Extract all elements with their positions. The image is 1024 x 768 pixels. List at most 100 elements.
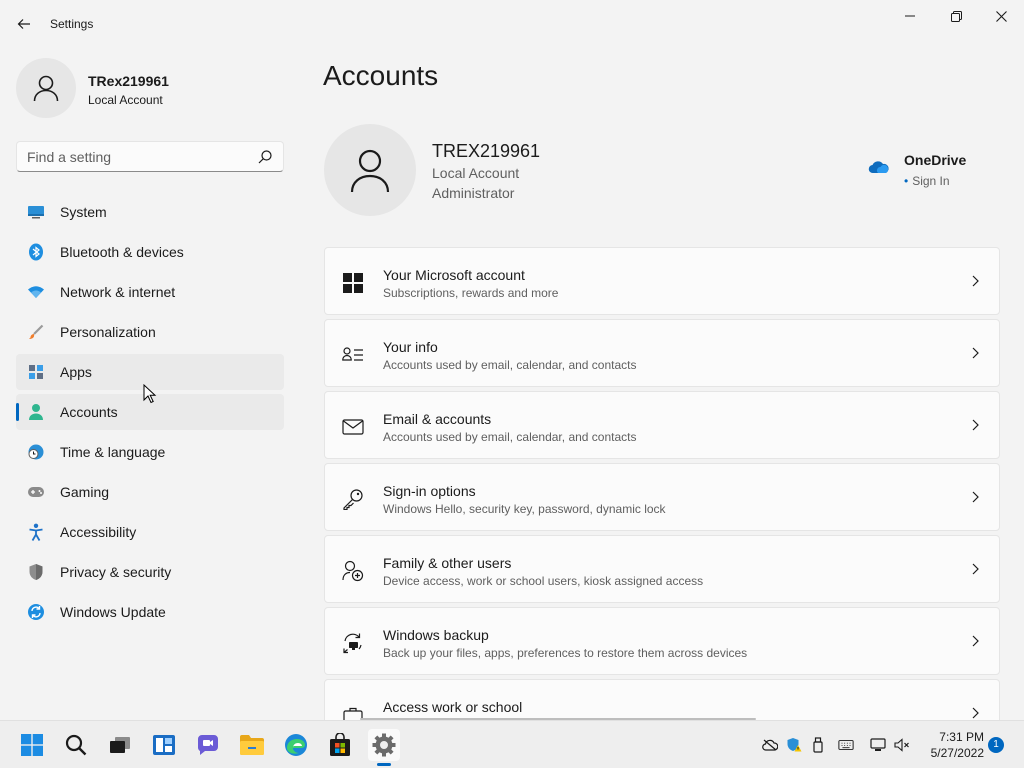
tray-network[interactable] xyxy=(870,737,886,753)
sidebar-item-accessibility[interactable]: Accessibility xyxy=(16,514,284,550)
minimize-icon xyxy=(905,15,915,17)
search-input[interactable] xyxy=(17,148,247,165)
chevron-right-icon xyxy=(972,707,979,719)
task-view-icon xyxy=(110,737,130,753)
card-subtitle: Windows Hello, security key, password, d… xyxy=(383,502,666,516)
taskbar-task-view-button[interactable] xyxy=(104,729,136,761)
taskbar-widgets-button[interactable] xyxy=(148,729,180,761)
ethernet-icon xyxy=(870,738,886,751)
account-type: Local Account xyxy=(432,165,520,181)
close-icon xyxy=(995,10,1007,22)
avatar[interactable] xyxy=(324,124,416,216)
widgets-icon xyxy=(153,735,175,755)
sidebar-item-label: System xyxy=(60,204,107,220)
settings-icon xyxy=(372,733,396,757)
card-title: Your info xyxy=(383,339,438,355)
account-header: TREX219961 Local Account Administrator O… xyxy=(324,124,1000,216)
card-title: Your Microsoft account xyxy=(383,267,525,283)
onedrive-sign-in-label[interactable]: Sign In xyxy=(912,174,949,188)
chevron-right-icon xyxy=(972,635,979,647)
tray-volume[interactable] xyxy=(894,737,910,753)
chevron-right-icon xyxy=(972,419,979,431)
backup-icon xyxy=(342,632,364,654)
windows-logo-icon xyxy=(342,272,364,294)
tray-keyboard[interactable] xyxy=(838,737,854,753)
sidebar-item-windows-update[interactable]: Windows Update xyxy=(16,594,284,630)
card-access-work-school[interactable]: Access work or school xyxy=(324,679,1000,720)
sidebar-profile[interactable]: TRex219961 Local Account xyxy=(16,58,286,118)
sidebar-item-time-language[interactable]: Time & language xyxy=(16,434,284,470)
card-title: Windows backup xyxy=(383,627,489,643)
page-title: Accounts xyxy=(323,60,439,91)
chevron-right-icon xyxy=(972,275,979,287)
taskbar-clock[interactable]: 7:31 PM 5/27/2022 xyxy=(918,729,984,761)
card-subtitle: Back up your files, apps, preferences to… xyxy=(383,646,748,660)
card-email-accounts[interactable]: Email & accounts Accounts used by email,… xyxy=(324,391,1000,459)
taskbar-search-button[interactable] xyxy=(60,729,92,761)
notification-badge[interactable]: 1 xyxy=(988,737,1004,753)
card-subtitle: Device access, work or school users, kio… xyxy=(383,574,704,588)
mail-icon xyxy=(342,416,364,438)
tray-usb[interactable] xyxy=(810,737,826,753)
sidebar-item-label: Personalization xyxy=(60,324,156,340)
update-icon xyxy=(26,602,46,622)
clock-date: 5/27/2022 xyxy=(930,746,984,760)
onedrive-sign-in-link[interactable]: • Sign In xyxy=(904,174,950,188)
card-windows-backup[interactable]: Windows backup Back up your files, apps,… xyxy=(324,607,1000,675)
profile-account-type: Local Account xyxy=(88,93,163,107)
card-family-other-users[interactable]: Family & other users Device access, work… xyxy=(324,535,1000,603)
card-title: Email & accounts xyxy=(383,411,492,427)
taskbar-chat-button[interactable] xyxy=(192,729,224,761)
file-explorer-icon xyxy=(240,735,264,755)
taskbar-edge-button[interactable] xyxy=(280,729,312,761)
sidebar-item-label: Time & language xyxy=(60,444,166,460)
search-box[interactable] xyxy=(16,141,284,172)
sidebar-item-label: Accessibility xyxy=(60,524,137,540)
sidebar-item-label: Bluetooth & devices xyxy=(60,244,184,260)
taskbar-start-button[interactable] xyxy=(16,729,48,761)
restore-button[interactable] xyxy=(933,0,979,32)
app-title: Settings xyxy=(50,17,94,31)
back-button[interactable] xyxy=(12,12,36,36)
usb-drive-icon xyxy=(813,737,823,753)
card-sign-in-options[interactable]: Sign-in options Windows Hello, security … xyxy=(324,463,1000,531)
gamepad-icon xyxy=(26,482,46,502)
title-bar: Settings xyxy=(0,0,1024,48)
sidebar-item-label: Network & internet xyxy=(60,284,176,300)
taskbar-settings-button[interactable] xyxy=(368,729,400,761)
accessibility-icon xyxy=(26,522,46,542)
sidebar-item-network[interactable]: Network & internet xyxy=(16,274,284,310)
onedrive-title: OneDrive xyxy=(904,152,967,168)
sidebar-item-gaming[interactable]: Gaming xyxy=(16,474,284,510)
taskbar-store-button[interactable] xyxy=(324,729,356,761)
sidebar-item-label: Windows Update xyxy=(60,604,166,620)
account-role: Administrator xyxy=(432,185,515,201)
sidebar-item-bluetooth[interactable]: Bluetooth & devices xyxy=(16,234,284,270)
close-button[interactable] xyxy=(978,0,1024,32)
card-your-info[interactable]: Your info Accounts used by email, calend… xyxy=(324,319,1000,387)
sidebar-item-system[interactable]: System xyxy=(16,194,284,230)
sidebar-item-privacy[interactable]: Privacy & security xyxy=(16,554,284,590)
security-warning-icon xyxy=(787,738,802,752)
keyboard-icon xyxy=(838,740,854,750)
card-title: Access work or school xyxy=(383,699,523,715)
globe-clock-icon xyxy=(26,442,46,462)
tray-security[interactable] xyxy=(786,737,802,753)
onedrive-status[interactable]: OneDrive • Sign In xyxy=(868,152,988,192)
contact-card-icon xyxy=(342,344,364,366)
status-dot-icon: • xyxy=(904,174,909,188)
minimize-button[interactable] xyxy=(887,0,933,32)
taskbar-active-indicator xyxy=(377,763,391,766)
person-icon xyxy=(26,402,46,422)
tray-onedrive-offline[interactable] xyxy=(762,737,778,753)
card-subtitle: Subscriptions, rewards and more xyxy=(383,286,559,300)
start-icon xyxy=(21,734,43,756)
taskbar-file-explorer-button[interactable] xyxy=(236,729,268,761)
search-icon[interactable] xyxy=(257,149,273,165)
bluetooth-icon xyxy=(26,242,46,262)
avatar xyxy=(16,58,76,118)
sidebar-item-personalization[interactable]: Personalization xyxy=(16,314,284,350)
chevron-right-icon xyxy=(972,563,979,575)
sidebar-item-label: Apps xyxy=(60,364,92,380)
card-microsoft-account[interactable]: Your Microsoft account Subscriptions, re… xyxy=(324,247,1000,315)
